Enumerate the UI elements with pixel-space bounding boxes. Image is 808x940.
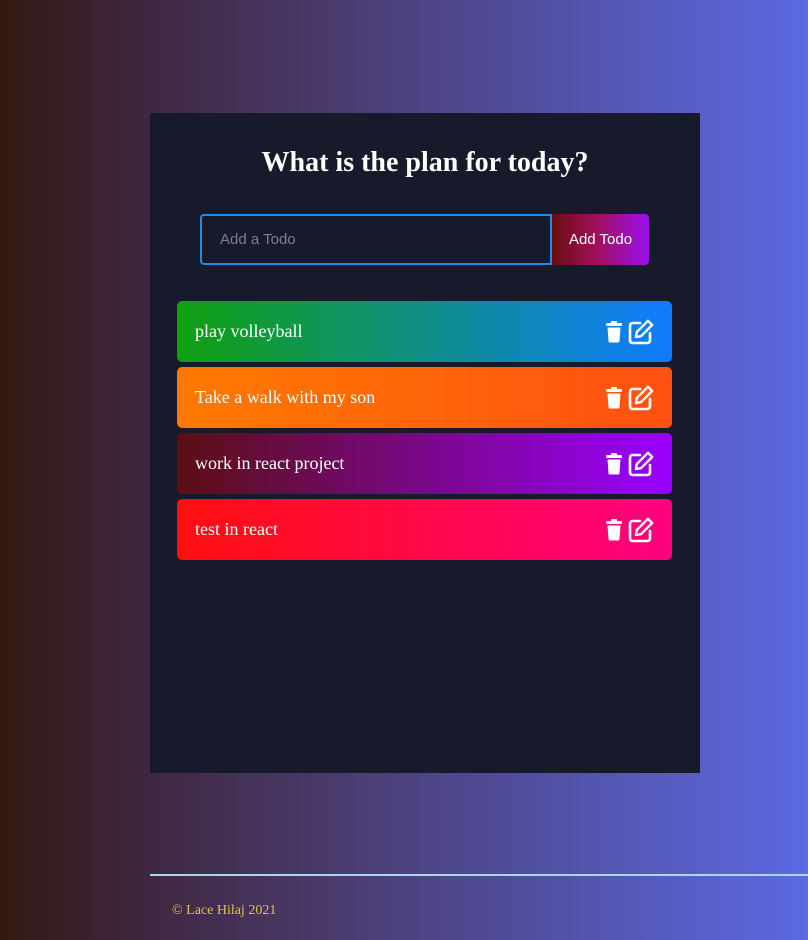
todo-row: Take a walk with my son [177, 367, 672, 428]
trash-icon[interactable] [606, 386, 622, 409]
todo-app: What is the plan for today? Add Todo pla… [150, 113, 700, 773]
edit-icon[interactable] [628, 319, 654, 345]
trash-icon[interactable] [606, 452, 622, 475]
todo-actions [606, 516, 654, 544]
edit-icon[interactable] [628, 517, 654, 543]
todo-input[interactable] [200, 214, 552, 265]
add-todo-button[interactable]: Add Todo [552, 214, 649, 265]
todo-row: test in react [177, 499, 672, 560]
todo-actions [606, 318, 654, 346]
edit-icon[interactable] [628, 385, 654, 411]
trash-icon[interactable] [606, 320, 622, 343]
footer-copyright: © Lace Hilaj 2021 [172, 903, 277, 918]
todo-actions [606, 450, 654, 478]
todo-text[interactable]: Take a walk with my son [195, 387, 375, 408]
todo-actions [606, 384, 654, 412]
todo-form: Add Todo [200, 214, 649, 265]
todo-row: work in react project [177, 433, 672, 494]
page-title: What is the plan for today? [261, 147, 589, 178]
edit-icon[interactable] [628, 451, 654, 477]
todo-text[interactable]: work in react project [195, 453, 344, 474]
todo-text[interactable]: test in react [195, 519, 278, 540]
trash-icon[interactable] [606, 518, 622, 541]
todo-text[interactable]: play volleyball [195, 321, 302, 342]
footer-divider [150, 874, 808, 876]
todo-row: play volleyball [177, 301, 672, 362]
